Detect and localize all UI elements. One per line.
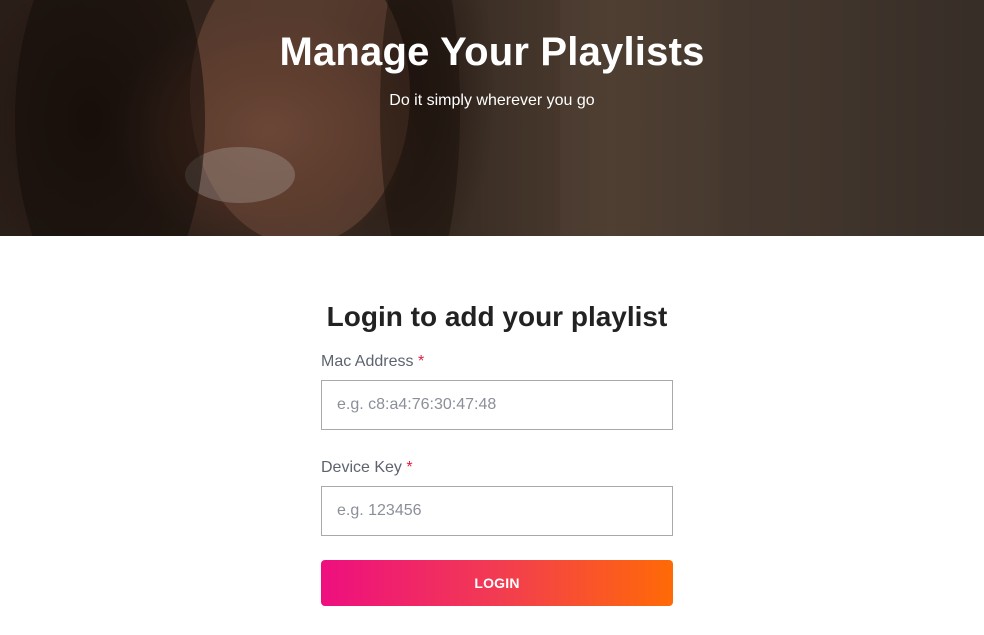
login-form-title: Login to add your playlist — [326, 301, 668, 332]
mac-address-label: Mac Address * — [321, 352, 673, 372]
hero-title: Manage Your Playlists — [279, 30, 705, 74]
device-key-label-text: Device Key — [321, 459, 402, 476]
device-key-label: Device Key * — [321, 458, 673, 478]
login-button[interactable]: LOGIN — [321, 560, 673, 606]
mac-address-label-text: Mac Address — [321, 353, 414, 370]
required-mark: * — [417, 353, 425, 370]
mac-address-input[interactable] — [321, 380, 673, 430]
login-form: Login to add your playlist Mac Address *… — [321, 296, 673, 606]
device-key-input[interactable] — [321, 486, 673, 536]
hero-subtitle: Do it simply wherever you go — [389, 92, 595, 109]
hero-banner: Manage Your Playlists Do it simply where… — [0, 0, 984, 236]
required-mark: * — [406, 459, 413, 476]
